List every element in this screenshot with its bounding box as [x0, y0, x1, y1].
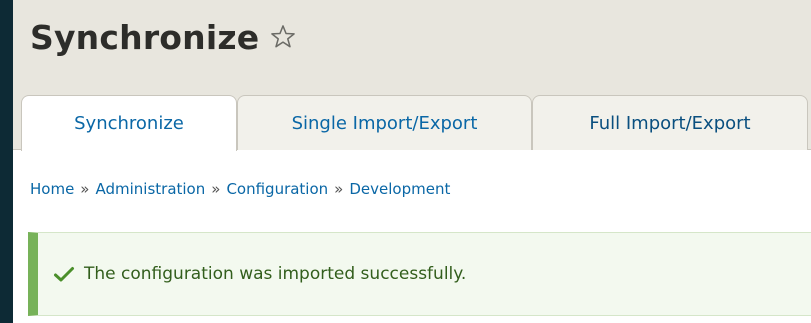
tab-single-import-export[interactable]: Single Import/Export [237, 95, 532, 150]
page-title: Synchronize [30, 17, 260, 57]
checkmark-icon [52, 262, 76, 286]
status-message-text: The configuration was imported successfu… [84, 264, 467, 284]
page-frame: Synchronize Synchronize Single Import/Ex… [13, 0, 811, 323]
breadcrumb-separator: » [80, 180, 90, 198]
tab-synchronize[interactable]: Synchronize [21, 95, 237, 151]
breadcrumb-separator: » [211, 180, 221, 198]
status-message: The configuration was imported successfu… [28, 232, 811, 316]
title-row: Synchronize [30, 12, 297, 62]
star-icon[interactable] [269, 23, 297, 51]
breadcrumb-development[interactable]: Development [349, 180, 450, 198]
tab-bar: Synchronize Single Import/Export Full Im… [21, 95, 808, 151]
breadcrumb-home[interactable]: Home [30, 180, 74, 198]
breadcrumb-configuration[interactable]: Configuration [226, 180, 328, 198]
tab-full-import-export[interactable]: Full Import/Export [532, 95, 808, 150]
breadcrumb-administration[interactable]: Administration [95, 180, 205, 198]
breadcrumb: Home » Administration » Configuration » … [30, 180, 450, 198]
page-header: Synchronize Synchronize Single Import/Ex… [13, 0, 811, 151]
breadcrumb-separator: » [334, 180, 344, 198]
